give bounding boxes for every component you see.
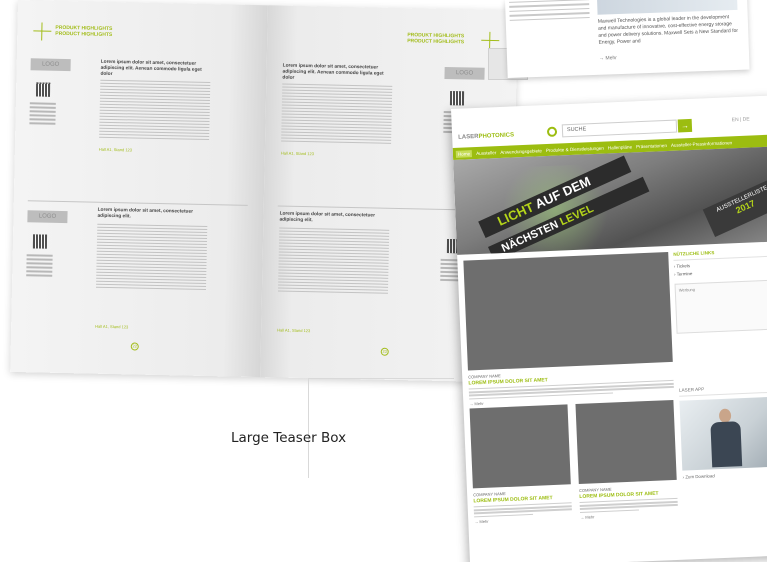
app-download-link[interactable]: › Zum Download [683,470,767,479]
search-input[interactable]: SUCHE [561,119,678,138]
large-teaser-image[interactable] [463,252,673,371]
logo-placeholder: LOGO [30,58,71,72]
contact-block [29,102,56,127]
qr-code [35,82,51,97]
page-number: 22 [130,342,139,351]
logo-placeholder: LOGO [27,210,68,224]
article-text [277,227,390,296]
website-mockup: LASERPHOTONICS SUCHE → EN | DE Home Auss… [451,95,767,562]
qr-code [449,91,465,106]
app-download-label: Zum Download [685,473,715,480]
teaser-more-label: Mehr [479,518,489,525]
nav-item-praesentationen[interactable]: Präsentationen [636,142,667,148]
company-teaser-fragment: Maxwell Technologies is a global leader … [505,0,750,78]
advertisement-box[interactable]: Werbung [674,279,767,334]
search-icon [546,126,558,137]
nav-item-hallenplaene[interactable]: Hallenpläne [608,144,632,150]
crop-mark [41,22,43,41]
article-text [99,79,211,142]
useful-link-label: Termine [676,271,693,277]
section-header: PRODUKT HIGHLIGHTS PRODUCT HIGHLIGHTS [407,32,465,46]
company-image [596,0,738,15]
logo-accent: PHOTONICS [478,132,515,140]
person-illustration [710,408,743,468]
language-switch[interactable]: EN | DE [732,117,750,124]
large-teaser-box-label: Large Teaser Box [231,430,347,446]
hall-reference: Hall A1, Stand 123 [98,146,133,153]
article-text [281,83,393,146]
contact-block [26,254,53,279]
logo-placeholder: LOGO [444,66,485,80]
article-title: Lorem ipsum dolor sit amet, consectetuer… [282,63,384,81]
more-link-label: Mehr [605,55,617,62]
useful-link-tickets[interactable]: › Tickets [674,260,767,269]
article-title: Lorem ipsum dolor sit amet, consectetuer… [279,211,376,224]
article-title: Lorem ipsum dolor sit amet, consectetuer… [97,207,194,220]
hall-reference: Hall A1, Stand 123 [280,150,315,157]
company-description: Maxwell Technologies is a global leader … [597,14,739,46]
hero-banner[interactable]: LICHT AUF DEM NÄCHSTEN LEVEL AUSSTELLERL… [453,146,767,255]
laser-app-image[interactable] [679,396,767,471]
teaser-more-label: Mehr [585,514,595,520]
nav-item-home[interactable]: Home [455,149,473,158]
teaser-more-label: Mehr [474,400,484,407]
small-teaser-caption: COMPANY NAME LOREM IPSUM DOLOR SIT AMET … [473,488,572,524]
advertisement-label: Werbung [678,286,696,293]
article-title: Lorem ipsum dolor sit amet, consectetuer… [100,59,202,77]
small-teaser-caption: COMPANY NAME LOREM IPSUM DOLOR SIT AMET … [579,484,678,520]
ausstellerliste-badge[interactable]: AUSSTELLERLISTE 2017 [702,176,767,237]
hall-reference: Hall A1, Stand 123 [277,327,311,334]
article-text [95,223,208,292]
nav-item-presse[interactable]: Aussteller-Pressinformationen [671,140,732,148]
nav-item-produkte[interactable]: Produkte & Dienstleistungen [546,145,604,152]
qr-code [32,234,48,249]
nav-item-aussteller[interactable]: Aussteller [476,150,496,156]
useful-links-heading: NÜTZLICHE LINKS [673,247,767,261]
more-link[interactable]: → Mehr [599,55,617,62]
small-teaser-image[interactable] [469,404,571,489]
logo-main: LASER [458,133,479,141]
useful-links: NÜTZLICHE LINKS › Tickets › Termine [673,247,767,277]
laser-app-heading: LASER APP [678,383,767,397]
nav-item-anwendungsgebiete[interactable]: Anwendungsgebiete [500,148,542,155]
divider [27,200,248,206]
brochure-page-left: PRODUKT HIGHLIGHTS PRODUCT HIGHLIGHTS LO… [10,0,268,378]
page-number: 23 [380,347,389,356]
laser-app-box: LASER APP › Zum Download [678,383,767,480]
fragment-text-lines [509,0,590,24]
brochure-spread: PRODUKT HIGHLIGHTS PRODUCT HIGHLIGHTS LO… [10,0,518,383]
useful-link-termine[interactable]: › Termine [674,268,767,277]
site-logo[interactable]: LASERPHOTONICS [458,132,514,140]
hall-reference: Hall A1, Stand 123 [95,323,129,330]
search-submit-button[interactable]: → [677,118,693,133]
label-panel [308,378,454,478]
small-teaser-image[interactable] [575,399,677,484]
section-header: PRODUKT HIGHLIGHTS PRODUCT HIGHLIGHTS [55,24,113,38]
useful-link-label: Tickets [676,263,691,269]
